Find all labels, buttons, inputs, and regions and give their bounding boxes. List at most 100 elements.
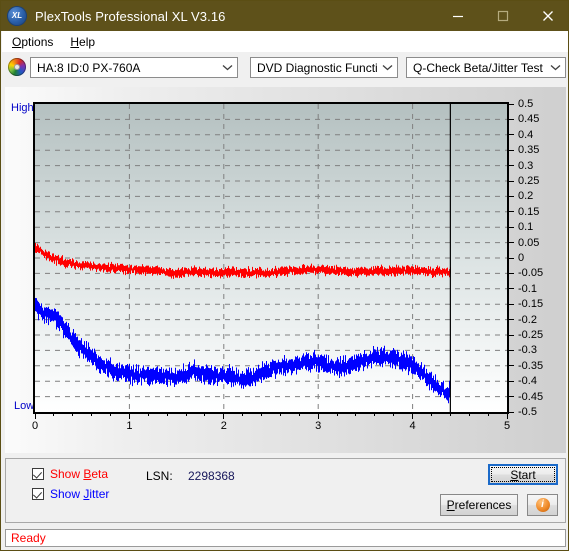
axis-label-high: High	[11, 102, 34, 114]
y-axis-tick-mark	[508, 380, 514, 382]
y-axis-tick-label: 0.2	[518, 190, 534, 203]
drive-select-value: HA:8 ID:0 PX-760A	[37, 60, 141, 75]
info-icon: i	[535, 498, 550, 512]
y-axis-tick-mark	[508, 118, 514, 120]
x-axis-minor-tick-mark	[430, 413, 432, 416]
x-axis-minor-tick-mark	[147, 413, 149, 416]
x-axis-tick-label: 5	[503, 420, 511, 432]
menu-item-options[interactable]: Options	[5, 33, 60, 51]
test-select-value: Q-Check Beta/Jitter Test	[413, 60, 543, 75]
drive-select[interactable]: HA:8 ID:0 PX-760A	[30, 57, 238, 78]
y-axis-tick-label: -0.3	[518, 344, 537, 357]
show-jitter-label: Show Jitter	[50, 487, 110, 501]
x-axis-tick-label: 2	[220, 420, 227, 432]
x-axis-minor-tick-mark	[393, 413, 395, 416]
x-axis-tick-mark	[317, 413, 319, 419]
beta-jitter-plot	[33, 102, 509, 414]
y-axis-tick-label: 0.3	[518, 159, 534, 172]
chevron-down-icon	[545, 64, 565, 71]
x-axis-minor-tick-mark	[53, 413, 55, 416]
y-axis-tick-label: 0.1	[518, 221, 534, 234]
y-axis-tick-label: -0.25	[518, 329, 544, 341]
plextools-logo-icon: XL	[8, 7, 26, 25]
y-axis-tick-mark	[508, 211, 514, 213]
y-axis-tick-mark	[508, 180, 514, 182]
x-axis-minor-tick-mark	[204, 413, 206, 416]
x-axis-minor-tick-mark	[355, 413, 357, 416]
menu-item-help[interactable]: Help	[63, 33, 102, 51]
show-beta-checkbox[interactable]: Show Beta	[32, 467, 108, 481]
x-axis-minor-tick-mark	[261, 413, 263, 416]
x-axis-minor-tick-mark	[298, 413, 300, 416]
y-axis-tick-mark	[508, 334, 514, 336]
test-select[interactable]: Q-Check Beta/Jitter Test	[406, 57, 566, 78]
y-axis-tick-label: -0.35	[518, 359, 544, 372]
y-axis-tick-label: -0.15	[518, 298, 544, 311]
y-axis-tick-mark	[508, 272, 514, 274]
y-axis-tick-label: 0.05	[518, 236, 540, 249]
lsn-label: LSN:	[146, 469, 173, 483]
control-panel: Show Beta Show Jitter LSN: 2298368 Start…	[5, 458, 566, 523]
close-icon[interactable]	[525, 1, 568, 31]
preferences-button[interactable]: Preferences	[440, 494, 518, 516]
y-axis-tick-label: 0.15	[518, 205, 540, 218]
chart-panel: High Low 0.5 0.45 0.4 0.35 0.3 0.25 0.2 0.15 0.1…	[5, 87, 566, 453]
toolbar: HA:8 ID:0 PX-760A DVD Diagnostic Functio…	[2, 52, 568, 83]
plextools-window: XL PlexTools Professional XL V3.16 Optio…	[0, 0, 569, 551]
x-axis-minor-tick-mark	[374, 413, 376, 416]
y-axis-tick-label: -0.1	[518, 282, 537, 295]
y-axis-tick-mark	[508, 134, 514, 136]
y-axis-tick-label: 0	[518, 252, 525, 264]
checkbox-check-icon	[32, 468, 44, 480]
x-axis-minor-tick-mark	[487, 413, 489, 416]
y-axis-tick-mark	[508, 349, 514, 351]
plot-svg	[35, 104, 507, 412]
y-axis-tick-label: 0.5	[518, 98, 534, 110]
x-axis-minor-tick-mark	[91, 413, 93, 416]
y-axis-tick-mark	[508, 396, 514, 398]
info-button[interactable]: i	[527, 494, 558, 516]
y-axis-tick-mark	[508, 365, 514, 367]
y-axis-tick-mark	[508, 257, 514, 259]
x-axis-tick-label: 4	[409, 420, 416, 432]
y-axis-tick-label: -0.5	[518, 406, 537, 418]
x-axis-tick-label: 0	[31, 420, 39, 432]
chevron-down-icon	[217, 64, 237, 71]
y-axis-tick-mark	[508, 319, 514, 321]
axis-label-low: Low	[14, 400, 35, 412]
y-axis-tick-label: -0.2	[518, 313, 537, 326]
x-axis-tick-label: 1	[126, 420, 133, 432]
x-axis-minor-tick-mark	[242, 413, 244, 416]
y-axis-tick-mark	[508, 226, 514, 228]
x-axis-minor-tick-mark	[449, 413, 451, 416]
y-axis-tick-label: 0.45	[518, 113, 540, 126]
status-bar: Ready	[5, 529, 566, 547]
function-select-value: DVD Diagnostic Functions	[257, 60, 377, 75]
minimize-icon[interactable]	[435, 1, 480, 31]
y-axis-tick-label: -0.4	[518, 375, 537, 388]
title-bar: XL PlexTools Professional XL V3.16	[1, 1, 568, 31]
show-jitter-checkbox[interactable]: Show Jitter	[32, 487, 109, 501]
x-axis-minor-tick-mark	[185, 413, 187, 416]
y-axis-tick-mark	[508, 103, 514, 105]
function-select[interactable]: DVD Diagnostic Functions	[250, 57, 398, 78]
maximize-icon[interactable]	[480, 1, 525, 31]
y-axis-tick-label: 0.4	[518, 128, 534, 141]
y-axis-tick-mark	[508, 288, 514, 290]
start-button[interactable]: Start	[488, 464, 558, 485]
y-axis-tick-mark	[508, 165, 514, 167]
y-axis-tick-label: 0.35	[518, 144, 540, 157]
x-axis-minor-tick-mark	[166, 413, 168, 416]
y-axis-tick-label: 0.25	[518, 175, 540, 187]
x-axis-minor-tick-mark	[336, 413, 338, 416]
y-axis-tick-mark	[508, 195, 514, 197]
status-text: Ready	[11, 531, 46, 545]
x-axis-tick-mark	[128, 413, 130, 419]
menu-bar: Options Help	[2, 31, 568, 52]
window-title: PlexTools Professional XL V3.16	[35, 8, 226, 24]
x-axis-tick-mark	[223, 413, 225, 419]
y-axis-tick-mark	[508, 149, 514, 151]
chevron-down-icon	[377, 64, 397, 71]
window-buttons	[435, 1, 568, 31]
y-axis-tick-mark	[508, 303, 514, 305]
